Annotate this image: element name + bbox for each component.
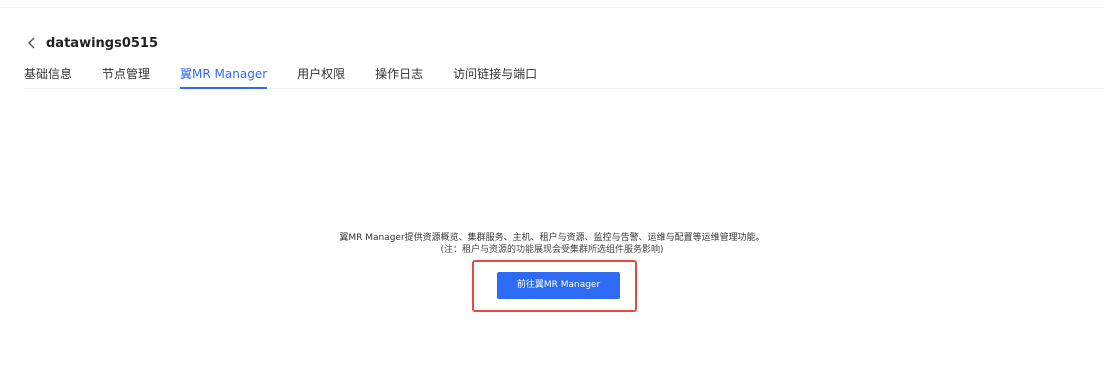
tab-user-permissions[interactable]: 用户权限 [297, 66, 345, 88]
mr-manager-note: (注：租户与资源的功能展现会受集群所选组件服务影响) [440, 245, 664, 255]
page-title: datawings0515 [46, 35, 159, 51]
tab-bar: 基础信息 节点管理 翼MR Manager 用户权限 操作日志 访问链接与端口 [24, 66, 1104, 89]
chevron-left-icon[interactable] [24, 35, 40, 51]
goto-mr-manager-button[interactable]: 前往翼MR Manager [497, 272, 620, 299]
page-header: datawings0515 [24, 34, 158, 52]
tab-mr-manager[interactable]: 翼MR Manager [180, 66, 268, 89]
tab-basic-info[interactable]: 基础信息 [24, 66, 72, 88]
tab-node-management[interactable]: 节点管理 [102, 66, 150, 88]
tab-operation-log[interactable]: 操作日志 [375, 66, 423, 88]
top-divider [0, 7, 1104, 8]
tab-access-links-ports[interactable]: 访问链接与端口 [453, 66, 537, 88]
